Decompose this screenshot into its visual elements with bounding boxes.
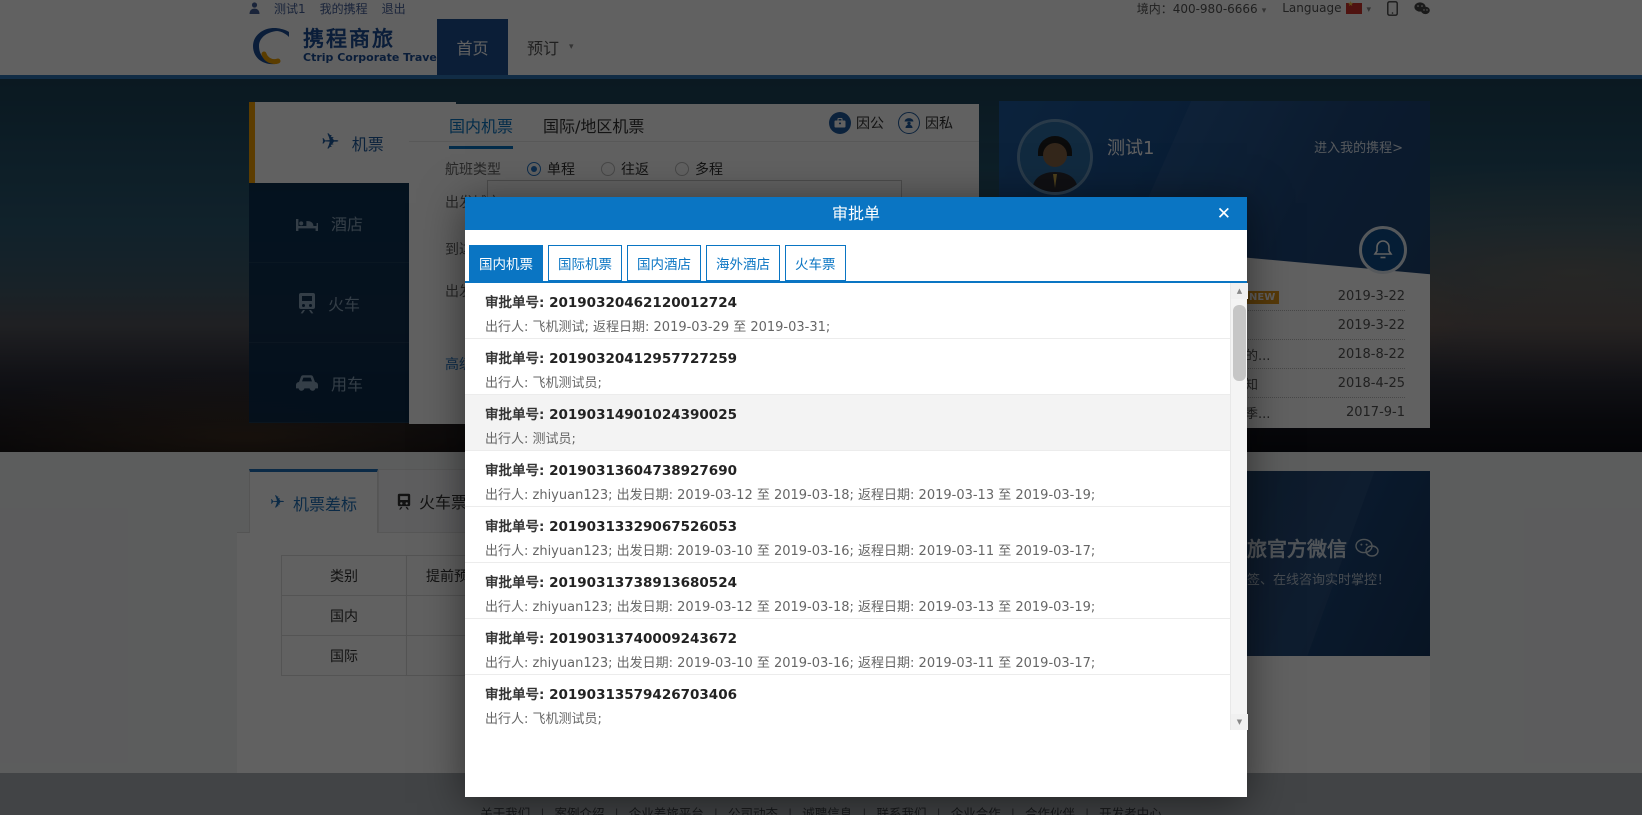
scroll-down-icon[interactable]: ▼ [1231, 714, 1248, 730]
order-number-label: 审批单号: [485, 407, 544, 423]
scrollbar[interactable]: ▲ ▼ [1230, 283, 1247, 730]
approval-order-row[interactable]: 审批单号: 20190314901024390025 出行人: 测试员; [465, 395, 1230, 451]
order-number-label: 审批单号: [485, 295, 544, 311]
modal-tab-domestic-flight[interactable]: 国内机票 [469, 245, 543, 281]
modal-tab-international-flight[interactable]: 国际机票 [548, 245, 622, 281]
approval-order-row[interactable]: 审批单号: 20190313604738927690 出行人: zhiyuan1… [465, 451, 1230, 507]
approval-order-list: 审批单号: 20190320462120012724 出行人: 飞机测试; 返程… [465, 283, 1230, 731]
approval-order-row[interactable]: 审批单号: 20190313738913680524 出行人: zhiyuan1… [465, 563, 1230, 619]
order-detail: 出行人: zhiyuan123; 出发日期: 2019-03-10 至 2019… [485, 652, 1220, 671]
order-number: 20190314901024390025 [549, 407, 737, 423]
order-detail: 出行人: zhiyuan123; 出发日期: 2019-03-12 至 2019… [485, 484, 1220, 503]
scrollbar-thumb[interactable] [1233, 305, 1246, 381]
order-number-label: 审批单号: [485, 575, 544, 591]
order-number-label: 审批单号: [485, 519, 544, 535]
modal-body: 审批单号: 20190320462120012724 出行人: 飞机测试; 返程… [465, 283, 1247, 797]
order-number-label: 审批单号: [485, 463, 544, 479]
modal-header: 审批单 ✕ [465, 197, 1247, 230]
order-number-label: 审批单号: [485, 631, 544, 647]
approval-order-row[interactable]: 审批单号: 20190313329067526053 出行人: zhiyuan1… [465, 507, 1230, 563]
order-number-label: 审批单号: [485, 687, 544, 703]
page: 测试1 我的携程 退出 境内：400-980-6666▾ Language▾ 携… [0, 0, 1642, 815]
modal-tab-train[interactable]: 火车票 [785, 245, 846, 281]
order-detail: 出行人: zhiyuan123; 出发日期: 2019-03-10 至 2019… [485, 540, 1220, 559]
approval-order-row[interactable]: 审批单号: 20190313740009243672 出行人: zhiyuan1… [465, 619, 1230, 675]
approval-order-row[interactable]: 审批单号: 20190320412957727259 出行人: 飞机测试员; [465, 339, 1230, 395]
order-number: 20190313740009243672 [549, 631, 737, 647]
order-detail: 出行人: zhiyuan123; 出发日期: 2019-03-12 至 2019… [485, 596, 1220, 615]
close-icon[interactable]: ✕ [1217, 197, 1231, 230]
order-number: 20190313738913680524 [549, 575, 737, 591]
order-number: 20190313329067526053 [549, 519, 737, 535]
order-detail: 出行人: 飞机测试员; [485, 708, 1220, 727]
order-number: 20190320462120012724 [549, 295, 737, 311]
approval-order-row[interactable]: 审批单号: 20190313579426703406 出行人: 飞机测试员; [465, 675, 1230, 731]
approval-order-row[interactable]: 审批单号: 20190320462120012724 出行人: 飞机测试; 返程… [465, 283, 1230, 339]
approval-modal: 审批单 ✕ 国内机票 国际机票 国内酒店 海外酒店 火车票 审批单号: 2019… [465, 197, 1247, 797]
order-number: 20190320412957727259 [549, 351, 737, 367]
order-number: 20190313604738927690 [549, 463, 737, 479]
scroll-up-icon[interactable]: ▲ [1231, 283, 1248, 299]
modal-tab-domestic-hotel[interactable]: 国内酒店 [627, 245, 701, 281]
order-number: 20190313579426703406 [549, 687, 737, 703]
order-number-label: 审批单号: [485, 351, 544, 367]
modal-tab-overseas-hotel[interactable]: 海外酒店 [706, 245, 780, 281]
modal-tabs: 国内机票 国际机票 国内酒店 海外酒店 火车票 [465, 230, 1247, 283]
order-detail: 出行人: 飞机测试; 返程日期: 2019-03-29 至 2019-03-31… [485, 316, 1220, 335]
order-detail: 出行人: 测试员; [485, 428, 1220, 447]
order-detail: 出行人: 飞机测试员; [485, 372, 1220, 391]
modal-title: 审批单 [465, 197, 1247, 230]
